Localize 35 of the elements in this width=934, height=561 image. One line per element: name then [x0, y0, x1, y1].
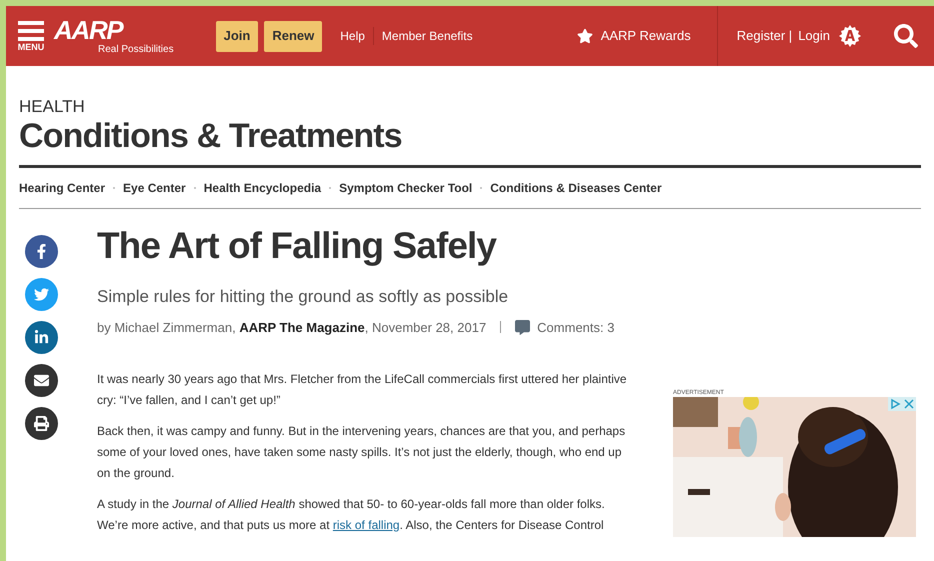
linkedin-share-icon[interactable] [25, 321, 58, 354]
article-paragraph: It was nearly 30 years ago that Mrs. Fletcher from the LifeCall commercials first uttered her plaintive cry: “I’ve fallen, and I can’t get up!” [97, 371, 627, 409]
section-nav-link[interactable]: Conditions & Diseases Center [490, 179, 662, 197]
section-title: Conditions & Treatments [19, 119, 403, 153]
article-title: The Art of Falling Safely [97, 227, 498, 264]
menu-button[interactable]: MENU [18, 20, 44, 52]
star-icon [576, 28, 593, 44]
article-paragraph: A study in the Journal of Allied Health showed that 50- to 60-year-olds fall more than older folks. We’re more active, and that puts us more at risk of falling. Also, the Centers for Disease Control [97, 496, 606, 534]
search-icon[interactable] [894, 24, 918, 48]
tagline: Real Possibilities [98, 45, 174, 55]
section-kicker: HEALTH [19, 98, 86, 115]
comments-link[interactable]: Comments: 3 [537, 318, 614, 337]
inline-link[interactable]: risk of falling [332, 518, 400, 532]
section-nav-link[interactable]: Health Encyclopedia [204, 179, 322, 197]
section-nav-link[interactable]: Symptom Checker Tool [339, 179, 472, 197]
byline: by Michael Zimmerman, AARP The Magazine, November 28, 2017 [97, 318, 486, 337]
section-nav-link[interactable]: Hearing Center [19, 179, 106, 197]
facebook-share-icon[interactable] [25, 235, 58, 268]
membership-button[interactable]: Join [216, 20, 258, 52]
membership-button[interactable]: Renew [264, 20, 322, 52]
article-subtitle: Simple rules for hitting the ground as softly as possible [97, 286, 510, 308]
email-share-icon[interactable] [25, 364, 58, 397]
menu-icon [18, 20, 44, 40]
section-nav-link[interactable]: Eye Center [123, 179, 186, 197]
nav-link[interactable]: Member Benefits [372, 27, 481, 45]
comment-icon [515, 320, 530, 335]
print-share-icon[interactable] [25, 407, 58, 440]
rewards-link[interactable]: AARP Rewards [600, 26, 691, 46]
login-link[interactable]: Login [798, 26, 830, 46]
gear-icon [838, 24, 862, 48]
twitter-share-icon[interactable] [25, 278, 58, 311]
logo[interactable]: AARP [54, 17, 174, 43]
nav-link[interactable]: Help [332, 27, 373, 45]
article-paragraph: Back then, it was campy and funny. But in the intervening years, chances are that you, and perhaps some of your loved ones, have taken some nasty spills. It’s not just the elderly, though, who end up on the ground. [97, 423, 626, 482]
register-link[interactable]: Register | [736, 26, 792, 46]
